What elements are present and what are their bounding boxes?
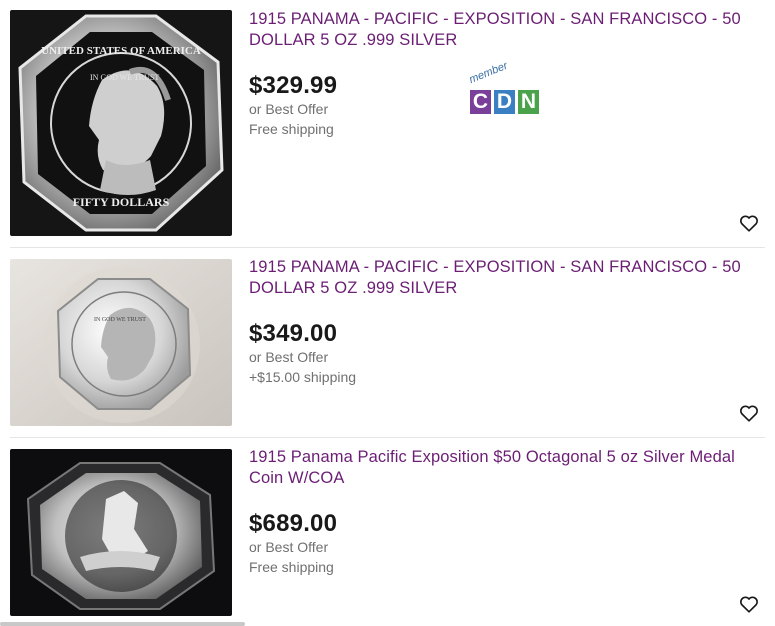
- listing-title[interactable]: 1915 PANAMA - PACIFIC - EXPOSITION - SAN…: [249, 9, 749, 51]
- badge-member-label: member: [467, 59, 510, 86]
- listing-divider: [10, 437, 765, 438]
- coin-top-text: UNITED STATES OF AMERICA: [41, 45, 201, 57]
- member-badge: member C D N: [468, 60, 554, 116]
- listing-image[interactable]: [10, 449, 232, 616]
- shipping-text: Free shipping: [249, 121, 334, 137]
- listing-image[interactable]: IN GOD WE TRUST UNITED STATES OF AMERICA…: [10, 10, 232, 236]
- listing-title[interactable]: 1915 PANAMA - PACIFIC - EXPOSITION - SAN…: [249, 257, 749, 299]
- heart-outline-icon[interactable]: [738, 212, 760, 234]
- horizontal-scrollbar[interactable]: [0, 622, 245, 626]
- listing-price: $329.99: [249, 72, 338, 99]
- best-offer-text: or Best Offer: [249, 539, 329, 555]
- coin-motto: IN GOD WE TRUST: [90, 73, 159, 82]
- listing-image[interactable]: IN GOD WE TRUST: [10, 259, 232, 426]
- badge-letter-c: C: [470, 90, 491, 114]
- shipping-text: +$15.00 shipping: [249, 369, 357, 385]
- badge-letter-d: D: [494, 90, 515, 114]
- shipping-text: Free shipping: [249, 559, 334, 575]
- coin-bottom-text: FIFTY DOLLARS: [73, 195, 170, 209]
- listing-title[interactable]: 1915 Panama Pacific Exposition $50 Octag…: [249, 447, 749, 489]
- heart-outline-icon[interactable]: [738, 402, 760, 424]
- listing-price: $689.00: [249, 510, 338, 537]
- listing-price: $349.00: [249, 320, 338, 347]
- badge-letter-n: N: [518, 90, 539, 114]
- best-offer-text: or Best Offer: [249, 101, 329, 117]
- heart-outline-icon[interactable]: [738, 593, 760, 615]
- coin-motto: IN GOD WE TRUST: [94, 317, 146, 323]
- listing-divider: [10, 247, 765, 248]
- best-offer-text: or Best Offer: [249, 349, 329, 365]
